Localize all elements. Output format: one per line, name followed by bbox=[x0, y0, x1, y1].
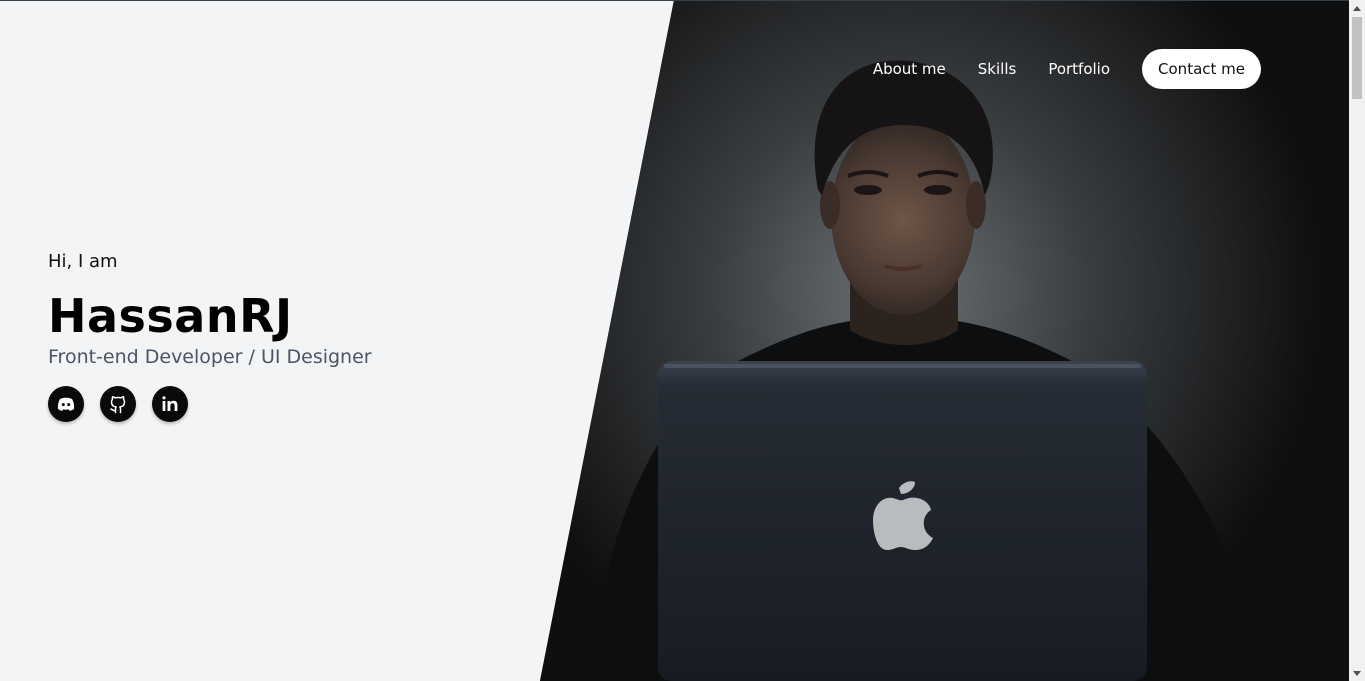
top-navigation: About me Skills Portfolio Contact me bbox=[873, 49, 1261, 89]
scroll-up-arrow-icon[interactable] bbox=[1349, 0, 1365, 16]
nav-portfolio[interactable]: Portfolio bbox=[1048, 49, 1110, 89]
greeting-text: Hi, I am bbox=[48, 251, 118, 272]
social-links bbox=[48, 386, 528, 422]
page: Hi, I am HassanRJ Front-end Developer / … bbox=[0, 0, 1365, 681]
hero-role: Front-end Developer / UI Designer bbox=[48, 346, 372, 368]
linkedin-button[interactable] bbox=[152, 386, 188, 422]
nav-about-me[interactable]: About me bbox=[873, 49, 946, 89]
scroll-down-arrow-icon[interactable] bbox=[1349, 665, 1365, 681]
contact-me-button[interactable]: Contact me bbox=[1142, 49, 1261, 89]
nav-skills[interactable]: Skills bbox=[978, 49, 1017, 89]
github-icon bbox=[110, 396, 126, 414]
scrollbar-thumb[interactable] bbox=[1352, 17, 1362, 99]
github-button[interactable] bbox=[100, 386, 136, 422]
hero-name: HassanRJ bbox=[48, 289, 293, 343]
discord-icon bbox=[57, 397, 75, 411]
linkedin-icon bbox=[162, 396, 178, 411]
discord-button[interactable] bbox=[48, 386, 84, 422]
hero-intro: Hi, I am HassanRJ Front-end Developer / … bbox=[48, 250, 528, 422]
window-top-border bbox=[0, 0, 1365, 1]
vertical-scrollbar[interactable] bbox=[1349, 0, 1365, 681]
